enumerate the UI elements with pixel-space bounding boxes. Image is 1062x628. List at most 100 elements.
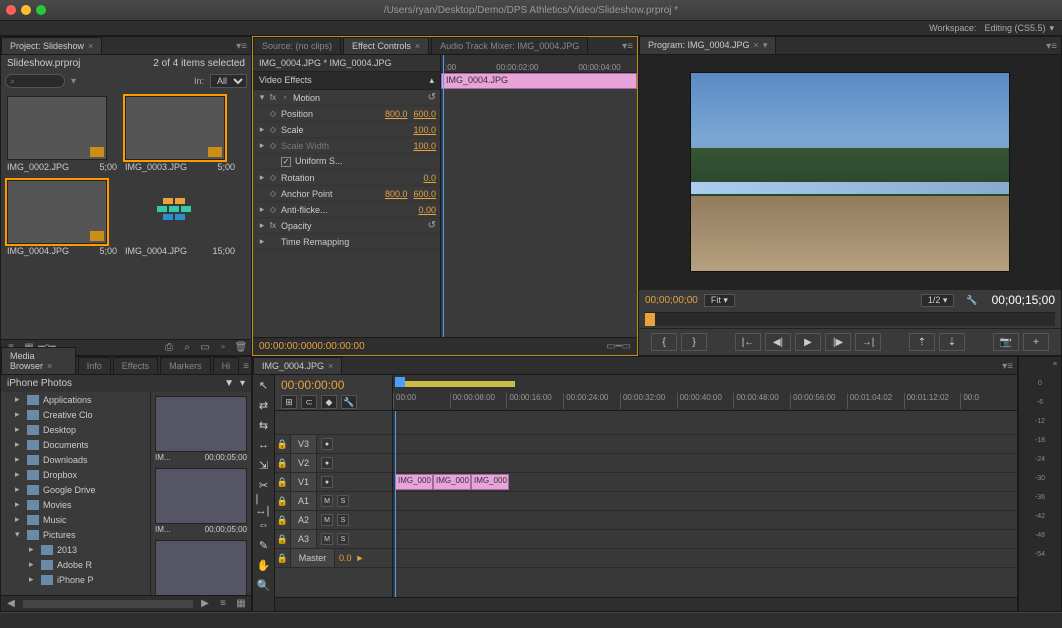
lock-icon[interactable]: 🔒 <box>275 549 291 567</box>
lock-icon[interactable]: 🔒 <box>275 511 291 529</box>
tab-info[interactable]: Info <box>78 357 111 374</box>
media-clip[interactable]: IM...00;00;05;00 <box>155 396 247 462</box>
solo-toggle[interactable]: S <box>337 514 349 526</box>
bin-item-sequence[interactable]: IMG_0004.JPG15;00 <box>125 180 235 256</box>
folder-item[interactable]: Google Drive <box>43 485 96 495</box>
lock-icon[interactable]: 🔒 <box>275 530 291 548</box>
wrench-icon[interactable]: 🔧 <box>966 295 977 306</box>
position-y[interactable]: 600.0 <box>413 109 436 119</box>
folder-item[interactable]: 2013 <box>57 545 77 555</box>
folder-item[interactable]: Pictures <box>43 530 76 540</box>
solo-toggle[interactable]: S <box>337 533 349 545</box>
folder-item[interactable]: Downloads <box>43 455 88 465</box>
snap-toggle[interactable]: ⊞ <box>281 395 297 409</box>
workspace-dropdown[interactable]: Editing (CS5.5) <box>984 23 1045 33</box>
panel-menu-icon[interactable]: ▾≡ <box>618 39 637 54</box>
rolling-edit-tool[interactable]: ↔ <box>256 437 272 453</box>
twirl-icon[interactable]: ▸ <box>257 204 267 215</box>
filter-icon[interactable]: ▼ <box>224 378 234 389</box>
timeline-ruler[interactable]: 00:0000:00:08:0000:00:16:0000:00:24:0000… <box>393 375 1017 410</box>
work-area-bar[interactable] <box>395 381 515 387</box>
folder-item[interactable]: Creative Clo <box>43 410 93 420</box>
minimize-window[interactable] <box>21 5 31 15</box>
tab-project[interactable]: Project: Slideshow× <box>1 37 102 54</box>
keyframe-icon[interactable]: ◇ <box>267 125 279 134</box>
media-location[interactable]: iPhone Photos <box>7 378 72 389</box>
tab-markers[interactable]: Markers <box>160 357 211 374</box>
toggle-output[interactable]: ● <box>321 457 333 469</box>
new-bin-icon[interactable]: ▭ <box>199 342 211 354</box>
timeline-playhead-marker[interactable] <box>395 377 405 387</box>
solo-toggle[interactable]: S <box>337 495 349 507</box>
twirl-icon[interactable]: ▸ <box>257 172 267 183</box>
lane-a2[interactable] <box>393 511 1017 530</box>
reset-icon[interactable]: ↺ <box>422 220 436 232</box>
lane-v3[interactable] <box>393 435 1017 454</box>
twirl-icon[interactable]: ▾ <box>257 92 267 103</box>
panel-menu-icon[interactable]: ▾≡ <box>1042 39 1061 54</box>
toggle-output[interactable]: ● <box>321 438 333 450</box>
panel-menu-icon[interactable]: ≡ <box>1053 361 1061 368</box>
twirl-icon[interactable]: ▸ <box>257 124 267 135</box>
tab-sequence[interactable]: IMG_0004.JPG× <box>253 357 342 374</box>
program-timecode-left[interactable]: 00;00;00;00 <box>645 295 698 306</box>
track-v3[interactable]: V3 <box>291 435 317 453</box>
position-x[interactable]: 800.0 <box>385 109 408 119</box>
timeline-timecode[interactable]: 00:00:00:00 <box>281 378 386 392</box>
effect-timecode[interactable]: 00:00:00:00 <box>259 341 312 352</box>
close-icon[interactable]: × <box>415 41 420 51</box>
zoom-fit-dropdown[interactable]: Fit ▾ <box>704 294 735 307</box>
tab-audio-mixer[interactable]: Audio Track Mixer: IMG_0004.JPG <box>431 37 588 54</box>
track-a1[interactable]: A1 <box>291 492 317 510</box>
scroll-right-icon[interactable]: ▶ <box>199 598 211 610</box>
collapse-icon[interactable]: ▴ <box>429 75 434 86</box>
twirl-icon[interactable]: ▸ <box>257 236 267 247</box>
mute-toggle[interactable]: M <box>321 514 333 526</box>
opacity-effect[interactable]: Opacity <box>279 221 422 231</box>
linked-selection-toggle[interactable]: ⊂ <box>301 395 317 409</box>
panel-menu-icon[interactable]: ▾≡ <box>998 359 1017 374</box>
tab-program[interactable]: Program: IMG_0004.JPG×▾ <box>639 36 776 54</box>
folder-item[interactable]: Adobe R <box>57 560 92 570</box>
time-remapping-effect[interactable]: Time Remapping <box>279 237 436 247</box>
chevron-down-icon[interactable]: ▾ <box>763 40 768 50</box>
resolution-dropdown[interactable]: 1/2 ▾ <box>921 294 955 307</box>
folder-item[interactable]: Desktop <box>43 425 76 435</box>
timeline-playhead[interactable] <box>395 411 396 597</box>
lane-a1[interactable] <box>393 492 1017 511</box>
timeline-clip[interactable]: IMG_000 <box>433 474 471 490</box>
rate-stretch-tool[interactable]: ⇲ <box>256 457 272 473</box>
tab-effect-controls[interactable]: Effect Controls× <box>343 37 429 54</box>
anchor-y[interactable]: 600.0 <box>413 189 436 199</box>
zoom-control[interactable]: ▭━▭ <box>606 341 631 352</box>
tab-source[interactable]: Source: (no clips) <box>253 37 341 54</box>
chevron-down-icon[interactable]: ▾ <box>240 378 245 389</box>
clip-thumbnail[interactable] <box>7 180 107 244</box>
close-window[interactable] <box>6 5 16 15</box>
find-icon[interactable]: ⌕ <box>181 342 193 354</box>
uniform-scale-checkbox[interactable]: ✓ <box>281 157 291 167</box>
button-editor[interactable]: + <box>1023 333 1049 351</box>
bin-item[interactable]: IMG_0004.JPG5;00 <box>7 180 117 256</box>
media-clip[interactable] <box>155 540 247 595</box>
media-clip-list[interactable]: IM...00;00;05;00 IM...00;00;05;00 <box>151 392 251 595</box>
project-search-input[interactable] <box>5 74 65 88</box>
clip-thumbnail[interactable] <box>125 96 225 160</box>
tab-effects[interactable]: Effects <box>113 357 158 374</box>
antiflicker-value[interactable]: 0.00 <box>418 205 436 215</box>
step-forward-button[interactable]: |▶ <box>825 333 851 351</box>
panel-menu-icon[interactable]: ▾≡ <box>232 39 251 54</box>
media-clip[interactable]: IM...00;00;05;00 <box>155 468 247 534</box>
program-scrubber[interactable] <box>645 312 1055 326</box>
pen-tool[interactable]: ✎ <box>256 537 272 553</box>
slip-tool[interactable]: |↔| <box>256 497 272 513</box>
go-to-out-button[interactable]: →| <box>855 333 881 351</box>
folder-item[interactable]: Movies <box>43 500 72 510</box>
timeline-zoom-bar[interactable] <box>275 597 1017 611</box>
effect-time-ruler[interactable]: :0000:00:02:0000:00:04:00 <box>441 55 637 73</box>
track-v2[interactable]: V2 <box>291 454 317 472</box>
lane-v1[interactable]: IMG_000 IMG_000 IMG_000 <box>393 473 1017 492</box>
settings-icon[interactable]: 🔧 <box>341 395 357 409</box>
scrollbar[interactable] <box>23 600 193 608</box>
lock-icon[interactable]: 🔒 <box>275 492 291 510</box>
